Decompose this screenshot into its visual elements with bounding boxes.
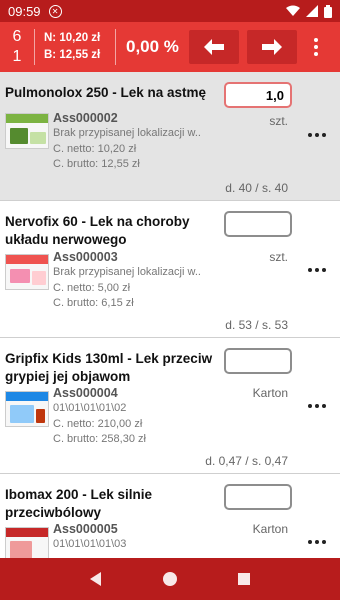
product-details: Ass000004 01\01\01\01\02 C. netto: 210,0… xyxy=(53,385,218,448)
product-unit: Karton xyxy=(252,522,288,536)
product-image xyxy=(5,527,49,558)
arrow-right-icon xyxy=(261,39,282,55)
recents-icon[interactable] xyxy=(237,572,251,586)
gross-price: C. brutto: 12,55 zł xyxy=(53,158,140,170)
list-item[interactable]: Nervofix 60 - Lek na choroby układu nerw… xyxy=(0,201,340,338)
product-image xyxy=(5,391,49,427)
next-button[interactable] xyxy=(246,30,297,64)
gross-price: C. brutto: 6,15 zł xyxy=(53,297,134,309)
net-price: C. netto: 5,00 zł xyxy=(53,281,131,294)
data-saver-icon: ✕ xyxy=(48,4,62,18)
list-item[interactable]: Ibomax 200 - Lek silnie przeciwbólowy As… xyxy=(0,474,340,558)
product-location: Brak przypisanej lokalizacji w.. xyxy=(53,127,201,139)
discount-percent[interactable]: 0,00 % xyxy=(116,37,189,57)
more-horiz-icon[interactable] xyxy=(308,268,326,272)
status-bar: 09:59 ✕ xyxy=(0,0,340,22)
gross-total: B: 12,55 zł xyxy=(44,49,101,61)
quantity-input[interactable] xyxy=(224,484,292,510)
product-code: Ass000002 xyxy=(53,111,118,125)
net-price: C. netto: 210,00 zł xyxy=(53,417,143,430)
product-details: Ass000005 01\01\01\01\03 xyxy=(53,521,218,553)
product-title: Nervofix 60 - Lek na choroby układu nerw… xyxy=(5,214,190,247)
stock-info: d. 53 / s. 53 xyxy=(225,318,288,332)
more-vert-icon[interactable] xyxy=(307,38,325,56)
gross-price: C. brutto: 258,30 zł xyxy=(53,433,146,445)
more-horiz-icon[interactable] xyxy=(308,133,326,137)
arrow-left-icon xyxy=(203,39,224,55)
product-code: Ass000003 xyxy=(53,250,118,264)
list-item[interactable]: Gripfix Kids 130ml - Lek przeciw grypiej… xyxy=(0,338,340,474)
totals: N: 10,20 zł B: 12,55 zł xyxy=(35,30,115,64)
product-location: Brak przypisanej lokalizacji w.. xyxy=(53,266,201,278)
product-image xyxy=(5,113,49,149)
product-code: Ass000004 xyxy=(53,386,118,400)
product-details: Ass000003 Brak przypisanej lokalizacji w… xyxy=(53,249,218,312)
product-code: Ass000005 xyxy=(53,522,118,536)
stock-info: d. 0,47 / s. 0,47 xyxy=(205,454,288,468)
quantity-input[interactable] xyxy=(224,211,292,237)
product-unit: Karton xyxy=(252,386,288,400)
product-details: Ass000002 Brak przypisanej lokalizacji w… xyxy=(53,110,218,173)
document-count: 6 1 xyxy=(0,27,34,67)
wifi-icon xyxy=(286,5,300,16)
net-total: N: 10,20 zł xyxy=(44,32,101,44)
count-top: 6 xyxy=(12,28,22,45)
stock-info: d. 40 / s. 40 xyxy=(225,181,288,195)
quantity-input[interactable] xyxy=(224,348,292,374)
product-list: Pulmonolox 250 - Lek na astmę 1,0 Ass000… xyxy=(0,72,340,558)
system-nav-bar xyxy=(0,558,340,600)
product-location: 01\01\01\01\02 xyxy=(53,402,127,414)
product-unit: szt. xyxy=(269,114,288,128)
product-title: Ibomax 200 - Lek silnie przeciwbólowy xyxy=(5,487,153,520)
product-title: Gripfix Kids 130ml - Lek przeciw grypiej… xyxy=(5,351,213,384)
battery-icon xyxy=(324,4,332,18)
previous-button[interactable] xyxy=(188,30,239,64)
more-horiz-icon[interactable] xyxy=(308,540,326,544)
list-item[interactable]: Pulmonolox 250 - Lek na astmę 1,0 Ass000… xyxy=(0,72,340,201)
back-icon[interactable] xyxy=(89,572,103,586)
quantity-input[interactable]: 1,0 xyxy=(224,82,292,108)
signal-icon xyxy=(306,5,318,17)
product-location: 01\01\01\01\03 xyxy=(53,538,127,550)
home-icon[interactable] xyxy=(162,571,178,587)
product-title: Pulmonolox 250 - Lek na astmę xyxy=(5,85,207,100)
status-time: 09:59 xyxy=(8,3,41,19)
product-unit: szt. xyxy=(269,250,288,264)
product-image xyxy=(5,254,49,290)
app-bar: 6 1 N: 10,20 zł B: 12,55 zł 0,00 % xyxy=(0,22,340,72)
more-horiz-icon[interactable] xyxy=(308,404,326,408)
net-price: C. netto: 10,20 zł xyxy=(53,142,137,155)
count-bottom: 1 xyxy=(12,48,22,65)
